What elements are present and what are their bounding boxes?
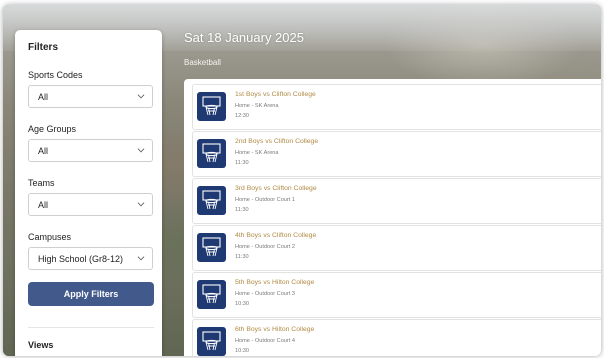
sports-codes-select[interactable]: All — [28, 85, 153, 108]
fixture-venue: Home - Outdoor Court 1 — [235, 197, 296, 203]
chevron-down-icon — [137, 199, 145, 207]
teams-label: Teams — [28, 178, 55, 188]
basketball-hoop-icon — [197, 139, 226, 168]
fixture-card[interactable]: 2nd Boys vs Clifton College Home - SK Ar… — [192, 131, 601, 177]
chevron-down-icon — [137, 145, 145, 153]
age-groups-label: Age Groups — [28, 124, 77, 134]
fixture-venue: Home - Outdoor Court 2 — [235, 244, 296, 250]
campuses-value: High School (Gr8-12) — [38, 254, 124, 264]
basketball-hoop-icon — [197, 186, 226, 215]
fixture-title: 2nd Boys vs Clifton College — [235, 138, 319, 145]
chevron-down-icon — [137, 253, 145, 261]
sports-codes-value: All — [38, 92, 49, 102]
fixture-venue: Home - SK Arena — [235, 150, 279, 156]
sport-section-label: Basketball — [184, 58, 221, 67]
basketball-hoop-icon — [197, 327, 226, 356]
views-label: Views — [28, 340, 54, 350]
age-groups-value: All — [38, 146, 49, 156]
apply-filters-button[interactable]: Apply Filters — [28, 282, 154, 306]
fixture-venue: Home - Outdoor Court 3 — [235, 291, 296, 297]
fixture-venue: Home - Outdoor Court 4 — [235, 338, 296, 344]
fixture-title: 3rd Boys vs Clifton College — [235, 185, 317, 192]
fixture-title: 1st Boys vs Clifton College — [235, 91, 316, 98]
fixture-venue: Home - SK Arena — [235, 103, 279, 109]
date-heading: Sat 18 January 2025 — [184, 30, 304, 45]
fixtures-list: 1st Boys vs Clifton College Home - SK Ar… — [184, 79, 601, 356]
fixture-card[interactable]: 6th Boys vs Hilton College Home - Outdoo… — [192, 319, 601, 356]
fixture-title: 6th Boys vs Hilton College — [235, 326, 315, 333]
basketball-hoop-icon — [197, 233, 226, 262]
fixture-card[interactable]: 1st Boys vs Clifton College Home - SK Ar… — [192, 84, 601, 130]
fixture-time: 10:30 — [235, 301, 249, 307]
fixture-time: 11:30 — [235, 160, 249, 166]
chevron-down-icon — [137, 91, 145, 99]
filters-title: Filters — [28, 42, 59, 53]
teams-value: All — [38, 200, 49, 210]
fixture-card[interactable]: 5th Boys vs Hilton College Home - Outdoo… — [192, 272, 601, 318]
campuses-label: Campuses — [28, 232, 72, 242]
fixture-time: 12:30 — [235, 113, 249, 119]
basketball-hoop-icon — [197, 92, 226, 121]
fixture-card[interactable]: 4th Boys vs Clifton College Home - Outdo… — [192, 225, 601, 271]
sports-codes-label: Sports Codes — [28, 70, 83, 80]
fixture-time: 11:30 — [235, 254, 249, 260]
age-groups-select[interactable]: All — [28, 139, 153, 162]
basketball-hoop-icon — [197, 280, 226, 309]
fixture-time: 11:30 — [235, 207, 249, 213]
filters-divider — [28, 327, 154, 328]
fixture-time: 10:30 — [235, 348, 249, 354]
fixture-title: 4th Boys vs Clifton College — [235, 232, 317, 239]
teams-select[interactable]: All — [28, 193, 153, 216]
campuses-select[interactable]: High School (Gr8-12) — [28, 247, 153, 270]
fixture-title: 5th Boys vs Hilton College — [235, 279, 315, 286]
fixture-card[interactable]: 3rd Boys vs Clifton College Home - Outdo… — [192, 178, 601, 224]
app-window: Filters Sports Codes All Age Groups All … — [3, 5, 601, 356]
filters-panel: Filters Sports Codes All Age Groups All … — [15, 30, 162, 356]
